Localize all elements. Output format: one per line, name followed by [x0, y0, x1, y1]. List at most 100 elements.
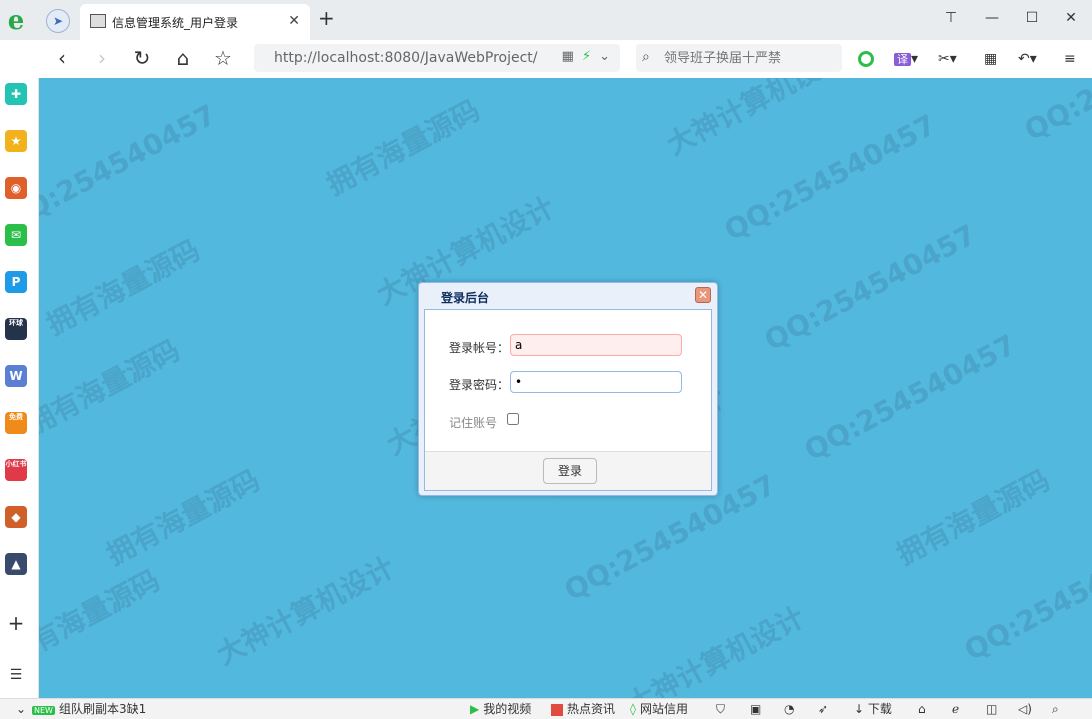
skin-icon[interactable]: ⊤	[941, 10, 961, 26]
status-left-text[interactable]: 组队刷副本3缺1	[59, 702, 146, 716]
search-box[interactable]: ⌕	[636, 44, 842, 72]
home-button[interactable]: ⌂	[171, 48, 195, 68]
tab-close-icon[interactable]: ✕	[288, 13, 300, 29]
sidebar-item-doc-icon[interactable]: W	[5, 365, 27, 387]
hot-news-label[interactable]: 热点资讯	[567, 702, 615, 716]
sidebar: ▲ ◆ 小红书 免费 W 环球 P ✉ ◉ ★ ✚ + ☰	[0, 78, 39, 698]
dialog-footer: 登录	[425, 451, 711, 490]
watermark-text: QQ:254540457	[719, 108, 942, 248]
address-icons: ▦ ⚡ ⌄	[562, 49, 610, 64]
watermark-text: QQ:254540457	[39, 98, 222, 238]
dialog-close-button[interactable]: ✕	[695, 287, 711, 303]
favicon-icon	[90, 14, 106, 28]
zoom-icon[interactable]: ⌕	[1052, 702, 1059, 716]
forward-button[interactable]: ›	[90, 48, 114, 68]
lock-icon[interactable]: ⌂	[918, 702, 926, 716]
hot-news-link[interactable]: 热点资讯	[551, 702, 615, 716]
speed-icon[interactable]: ◔	[784, 702, 794, 716]
status-chevron-icon[interactable]: ⌄	[16, 702, 26, 716]
maximize-button[interactable]: ☐	[1022, 10, 1042, 26]
password-input[interactable]	[510, 371, 682, 393]
sidebar-item-novel-icon[interactable]: 免费	[5, 412, 27, 434]
ie-mode-icon[interactable]: ℯ	[952, 702, 959, 716]
username-input[interactable]	[510, 334, 682, 356]
apps-grid-icon[interactable]: ▦	[984, 51, 997, 67]
sidebar-item-mail-icon[interactable]: ✉	[5, 224, 27, 246]
watermark-text: 拥有海量源码	[39, 563, 166, 672]
watermark-text: 拥有海量源码	[891, 463, 1056, 572]
sidebar-item-pan-icon[interactable]: P	[5, 271, 27, 293]
sidebar-item-weibo-icon[interactable]: ◉	[5, 177, 27, 199]
login-dialog: 登录后台 ✕ 登录帐号： 登录密码： 记住账号 登录	[418, 282, 718, 496]
qr-code-icon[interactable]: ▦	[562, 49, 574, 64]
window-icon[interactable]: ◫	[986, 702, 997, 716]
watermark-text: 大神计算机设计	[621, 600, 810, 698]
download-link[interactable]: ↓ 下载	[854, 702, 892, 716]
sidebar-item-game2-icon[interactable]: ▲	[5, 553, 27, 575]
watermark-text: 拥有海量源码	[101, 463, 266, 572]
lightning-icon[interactable]: ⚡	[582, 49, 591, 64]
watermark-text: 拥有海量源码	[41, 233, 206, 342]
dialog-title: 登录后台	[441, 291, 490, 305]
watermark-text: QQ:254540457	[959, 528, 1092, 668]
undo-icon[interactable]: ↶▾	[1018, 51, 1037, 67]
search-input[interactable]	[664, 48, 834, 68]
shield-icon[interactable]: ⛉	[716, 702, 725, 716]
site-credit-label[interactable]: 网站信用	[640, 702, 688, 716]
new-tab-button[interactable]: +	[318, 8, 335, 28]
tab-title: 信息管理系统_用户登录	[112, 16, 239, 30]
watermark-text: 拥有海量源码	[321, 93, 486, 202]
browser-logo-icon[interactable]: e	[4, 8, 28, 34]
username-label: 登录帐号：	[449, 341, 510, 355]
watermark-text: 大神计算机设计	[211, 550, 400, 672]
image-icon[interactable]: ▣	[750, 702, 761, 716]
chevron-down-icon[interactable]: ⌄	[599, 49, 610, 64]
address-text[interactable]: http://localhost:8080/JavaWebProject/	[274, 50, 538, 66]
sidebar-item-shop-icon[interactable]: 小红书	[5, 459, 27, 481]
page-content: QQ:254540457 大神计算机设计 拥有海量源码 QQ:254540457 大神计…	[39, 78, 1092, 698]
tab-active[interactable]: 信息管理系统_用户登录 ✕	[80, 4, 310, 40]
my-video-link[interactable]: ▶ 我的视频	[470, 702, 531, 716]
watermark-text: QQ:254540457	[759, 218, 982, 358]
password-label: 登录密码：	[449, 378, 510, 392]
sidebar-item-game1-icon[interactable]: ◆	[5, 506, 27, 528]
rocket-icon[interactable]: ➶	[818, 702, 828, 716]
bookmark-star-button[interactable]: ☆	[211, 48, 235, 68]
new-badge: NEW	[32, 706, 55, 715]
news-icon	[551, 703, 563, 716]
translate-ext[interactable]: 译 ▾	[894, 51, 918, 68]
sidebar-add-icon[interactable]: +	[5, 612, 27, 634]
watermark-text: 拥有海量源码	[39, 333, 186, 442]
search-icon[interactable]: ⌕	[642, 49, 650, 65]
remember-checkbox[interactable]	[507, 413, 519, 425]
minimize-button[interactable]: —	[982, 10, 1002, 26]
screenshot-scissors-icon[interactable]: ✂▾	[938, 51, 957, 67]
credit-drop-icon: ◊	[630, 702, 636, 716]
watermark-text: QQ:254540457	[1019, 78, 1092, 147]
remember-label: 记住账号	[449, 416, 498, 430]
toolbar: ‹ › ↻ ⌂ ☆ http://localhost:8080/JavaWebP…	[0, 40, 1092, 79]
translate-icon[interactable]: 译	[894, 53, 911, 66]
close-window-button[interactable]: ✕	[1061, 10, 1081, 26]
video-play-icon: ▶	[470, 702, 480, 716]
download-label[interactable]: 下载	[868, 702, 892, 716]
sidebar-item-health-icon[interactable]: ✚	[5, 83, 27, 105]
green-circle-ext-icon[interactable]	[858, 51, 874, 67]
sidebar-item-favorites-icon[interactable]: ★	[5, 130, 27, 152]
watermark-text: QQ:254540457	[799, 328, 1022, 468]
login-button[interactable]: 登录	[543, 458, 597, 484]
back-button[interactable]: ‹	[50, 48, 74, 68]
sidebar-item-news-icon[interactable]: 环球	[5, 318, 27, 340]
reload-button[interactable]: ↻	[130, 48, 154, 68]
volume-icon[interactable]: ◁)	[1018, 702, 1032, 716]
status-news-item[interactable]: NEW 组队刷副本3缺1	[32, 702, 146, 718]
address-bar[interactable]: http://localhost:8080/JavaWebProject/ ▦ ⚡…	[254, 44, 620, 72]
menu-icon[interactable]: ≡	[1064, 51, 1076, 67]
watermark-text: 大神计算机设计	[661, 78, 850, 162]
site-credit-link[interactable]: ◊ 网站信用	[630, 702, 688, 716]
title-bar: e ➤ 信息管理系统_用户登录 ✕ + ⊤ — ☐ ✕	[0, 0, 1092, 40]
my-video-label[interactable]: 我的视频	[483, 702, 531, 716]
navigation-compass-icon[interactable]: ➤	[46, 9, 70, 33]
dialog-body: 登录帐号： 登录密码： 记住账号 登录	[424, 309, 712, 491]
sidebar-menu-icon[interactable]: ☰	[5, 664, 27, 686]
